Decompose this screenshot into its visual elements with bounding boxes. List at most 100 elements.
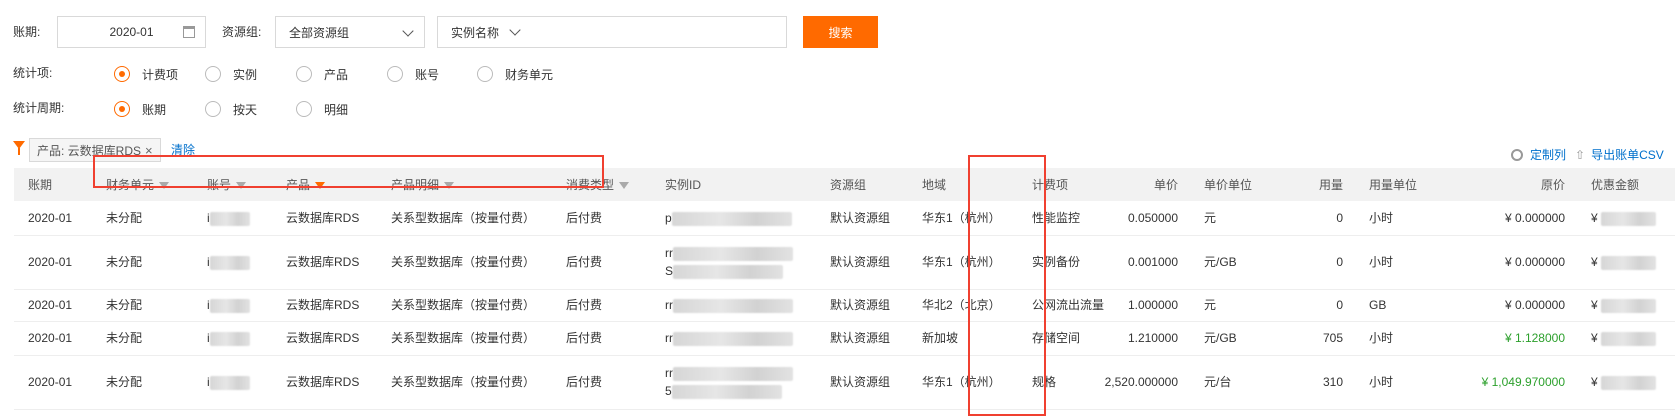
cell-price-unit: 元 <box>1204 210 1217 225</box>
period-label: 账期: <box>13 25 41 39</box>
cell-product: 云数据库RDS <box>286 331 360 345</box>
radio-dot[interactable] <box>296 66 312 82</box>
filter-icon[interactable] <box>159 182 170 190</box>
cell-billing-item: 公网流出流量 <box>1032 298 1105 312</box>
period-date-picker[interactable]: 2020-01 <box>57 16 206 48</box>
redacted-text <box>209 375 250 390</box>
gear-icon <box>1511 148 1523 161</box>
cell-consumption-type: 后付费 <box>566 298 603 312</box>
col-region: 地域 <box>922 178 947 192</box>
filter-icon[interactable] <box>444 182 455 190</box>
cell-unit-price: 2,520.000000 <box>1104 375 1178 389</box>
redacted-text <box>1601 211 1657 226</box>
radio-dot[interactable] <box>205 66 221 82</box>
cell-region: 华东1（杭州） <box>922 375 1001 389</box>
col-discount: 优惠金额 <box>1591 178 1640 192</box>
cell-price-unit: 元 <box>1204 298 1217 312</box>
cell-product-detail: 关系型数据库（按量付费） <box>391 210 536 225</box>
col-usage: 用量 <box>1318 178 1343 192</box>
col-product-detail[interactable]: 产品明细 <box>377 168 552 201</box>
col-finance-unit[interactable]: 财务单元 <box>92 168 193 201</box>
radio-dot[interactable] <box>296 101 312 117</box>
cell-usage: 0 <box>1336 255 1343 269</box>
instance-name-dropdown[interactable]: 实例名称 <box>437 16 787 48</box>
radio-dot[interactable] <box>205 101 221 117</box>
resource-group-select[interactable]: 全部资源组 <box>275 16 425 48</box>
cell-period: 2020-01 <box>28 331 73 345</box>
radio-period-daily[interactable]: 按天 <box>205 101 296 118</box>
redacted-text <box>673 298 793 313</box>
cell-instance-id: p <box>651 201 816 235</box>
cell-unit-price: 0.001000 <box>1127 255 1178 269</box>
cell-finance-unit: 未分配 <box>106 255 143 269</box>
cell-product-detail: 关系型数据库（按量付费） <box>391 331 536 345</box>
calendar-icon[interactable] <box>183 26 195 38</box>
radio-stat-instance[interactable]: 实例 <box>205 66 296 83</box>
filter-icon[interactable] <box>315 182 326 190</box>
radio-period-billing[interactable]: 账期 <box>114 101 205 118</box>
radio-stat-account[interactable]: 账号 <box>387 66 477 83</box>
cell-discount: ¥ <box>1577 289 1675 321</box>
radio-stat-product[interactable]: 产品 <box>296 66 387 83</box>
redacted-text <box>209 211 250 226</box>
radio-dot[interactable] <box>387 66 403 82</box>
cell-billing-item: 存储空间 <box>1032 331 1081 345</box>
cell-region: 华东1（杭州） <box>922 210 1001 225</box>
cell-product-detail: 关系型数据库（按量付费） <box>391 298 536 312</box>
cell-region: 华北2（北京） <box>922 298 1001 312</box>
col-product[interactable]: 产品 <box>272 168 377 201</box>
col-price-unit: 单价单位 <box>1204 178 1253 192</box>
chevron-down-icon <box>402 25 414 37</box>
cell-resource-group: 默认资源组 <box>830 375 891 389</box>
radio-period-detail[interactable]: 明细 <box>296 101 387 118</box>
customize-columns-button[interactable]: 定制列 <box>1511 146 1566 163</box>
col-account[interactable]: 账号 <box>193 168 272 201</box>
redacted-text <box>209 298 250 313</box>
redacted-text <box>671 384 782 399</box>
filter-icon[interactable] <box>619 182 630 190</box>
cell-resource-group: 默认资源组 <box>830 298 891 312</box>
cell-usage: 0 <box>1336 298 1343 312</box>
filter-icon[interactable] <box>236 182 247 190</box>
discount-currency: ¥ <box>1591 331 1598 345</box>
redacted-text <box>1601 375 1657 390</box>
active-filter-text: 产品: 云数据库RDS <box>37 143 142 158</box>
table-row: 2020-01 未分配 i 云数据库RDS 关系型数据库（按量付费） 后付费 rr S 默认资源… <box>14 235 1675 289</box>
instance-prefix: rr <box>665 331 673 345</box>
close-icon[interactable]: × <box>145 143 153 158</box>
radio-stat-finance-unit[interactable]: 财务单元 <box>477 66 577 83</box>
table-row: 2020-01 未分配 i 云数据库RDS 关系型数据库（按量付费） 后付费 rr 5 默认资源… <box>14 355 1675 409</box>
col-instance-id: 实例ID <box>665 178 702 192</box>
cell-period: 2020-01 <box>28 210 73 225</box>
cell-usage-unit: 小时 <box>1369 375 1394 389</box>
radio-dot[interactable] <box>114 66 130 82</box>
cell-unit-price: 0.050000 <box>1127 210 1178 225</box>
table-row: 2020-01 未分配 i 云数据库RDS 关系型数据库（按量付费） 后付费 p 默认资源组 华… <box>14 201 1675 235</box>
cell-resource-group: 默认资源组 <box>830 331 891 345</box>
stat-item-label: 统计项: <box>13 66 53 80</box>
col-consumption-type[interactable]: 消费类型 <box>552 168 651 201</box>
cell-resource-group: 默认资源组 <box>830 255 891 269</box>
cell-account: i <box>193 235 272 289</box>
instance-name-label: 实例名称 <box>451 25 500 40</box>
cell-usage: 705 <box>1322 331 1343 345</box>
clear-filters-link[interactable]: 清除 <box>171 141 195 158</box>
cell-discount: ¥ <box>1577 321 1675 355</box>
cell-original-price: ¥ 1.128000 <box>1504 331 1565 345</box>
cell-consumption-type: 后付费 <box>566 331 603 345</box>
cell-region: 华东1（杭州） <box>922 255 1001 269</box>
radio-dot[interactable] <box>477 66 493 82</box>
col-original-price: 原价 <box>1540 178 1565 192</box>
col-resource-group: 资源组 <box>830 178 867 192</box>
search-button[interactable]: 搜索 <box>803 16 878 48</box>
radio-dot[interactable] <box>114 101 130 117</box>
redacted-text <box>673 366 793 381</box>
export-csv-button[interactable]: ⇧ 导出账单CSV <box>1575 146 1664 163</box>
redacted-text <box>673 331 793 346</box>
cell-period: 2020-01 <box>28 375 73 389</box>
cell-discount: ¥ <box>1577 355 1675 409</box>
cell-product-detail: 关系型数据库（按量付费） <box>391 255 536 269</box>
radio-stat-billing-item[interactable]: 计费项 <box>114 66 205 83</box>
cell-usage: 310 <box>1322 375 1343 389</box>
cell-instance-id: rr <box>651 321 816 355</box>
